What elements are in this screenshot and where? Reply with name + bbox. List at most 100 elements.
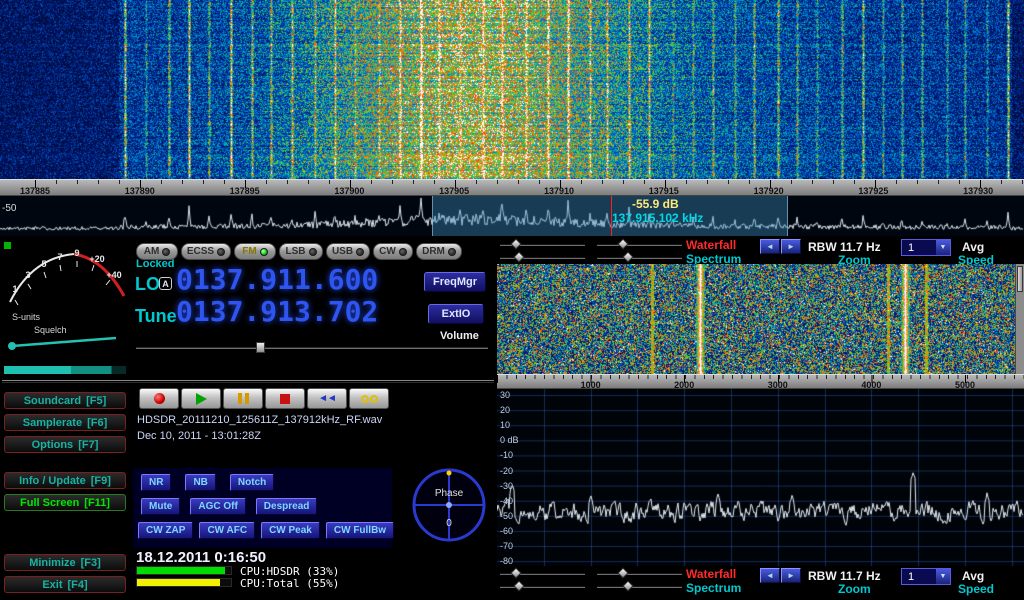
mode-button-drm[interactable]: DRM xyxy=(416,243,462,260)
freqmgr-button[interactable]: FreqMgr xyxy=(424,272,486,292)
pause-icon xyxy=(238,393,249,404)
rf-frequency-ruler[interactable]: 10002000300040005000 xyxy=(497,374,1024,389)
slider-thumb[interactable] xyxy=(510,238,521,249)
cw-fullbw-button[interactable]: CW FullBw xyxy=(326,522,394,539)
volume-slider[interactable] xyxy=(136,341,488,354)
cursor-frequency-label: 137.915.102 kHz xyxy=(612,211,703,225)
mode-button-cw[interactable]: CW xyxy=(373,243,413,260)
extio-button[interactable]: ExtIO xyxy=(428,304,484,324)
pause-bar xyxy=(238,393,242,404)
rf-waterfall-display[interactable] xyxy=(497,264,1015,374)
scroll-left-button[interactable]: ◄ xyxy=(760,568,780,583)
button-key-hint: [F7] xyxy=(78,439,98,451)
vfo-a-badge[interactable]: A xyxy=(159,277,172,290)
mode-button-lsb[interactable]: LSB xyxy=(279,243,323,260)
record-button[interactable] xyxy=(139,388,179,409)
meter-needle-knob[interactable] xyxy=(8,342,16,350)
minimize-button[interactable]: Minimize[F3] xyxy=(4,554,126,571)
soundcard-button[interactable]: Soundcard[F5] xyxy=(4,392,126,409)
zoom-select-value: 1 xyxy=(902,569,936,584)
squelch-level-bar[interactable] xyxy=(4,366,126,374)
waterfall-brightness-slider[interactable] xyxy=(500,567,585,580)
scroll-right-button[interactable]: ► xyxy=(781,568,801,583)
rbw-label: RBW 11.7 Hz xyxy=(808,240,881,254)
phase-center-dot xyxy=(446,502,452,508)
squelch-label: Squelch xyxy=(34,325,67,335)
loop-ring xyxy=(361,395,369,403)
spectrum-contrast-slider[interactable] xyxy=(597,251,682,264)
full-screen-button[interactable]: Full Screen[F11] xyxy=(4,494,126,511)
rewind-button[interactable]: ◄◄ xyxy=(307,388,347,409)
play-button[interactable] xyxy=(181,388,221,409)
volume-slider-thumb[interactable] xyxy=(256,342,265,353)
slider-thumb[interactable] xyxy=(514,251,525,262)
info-update-button[interactable]: Info / Update[F9] xyxy=(4,472,126,489)
options-button[interactable]: Options[F7] xyxy=(4,436,126,453)
nb-button[interactable]: NB xyxy=(185,474,215,491)
frequency-tick-label: 137890 xyxy=(118,186,162,196)
button-key-hint: [F9] xyxy=(91,475,111,487)
s-meter-scale-label: +40 xyxy=(106,270,121,280)
main-waterfall-display[interactable] xyxy=(0,0,1024,179)
mute-button[interactable]: Mute xyxy=(141,498,180,515)
rf-waterfall-scrollbar[interactable] xyxy=(1015,264,1024,374)
tuning-slider-groove[interactable] xyxy=(2,380,494,383)
scrollbar-thumb[interactable] xyxy=(1017,266,1023,292)
af-spectrum-display[interactable] xyxy=(497,389,1024,566)
cw-peak-button[interactable]: CW Peak xyxy=(261,522,320,539)
avg-label: Avg xyxy=(962,569,984,583)
zoom-select[interactable]: 1▼ xyxy=(901,568,951,585)
dropdown-arrow-icon[interactable]: ▼ xyxy=(936,240,950,255)
dropdown-arrow-icon[interactable]: ▼ xyxy=(936,569,950,584)
waterfall-tab-label[interactable]: Waterfall xyxy=(686,238,736,252)
slider-thumb[interactable] xyxy=(510,567,521,578)
button-key-hint: [F4] xyxy=(68,579,88,591)
mode-label: FM xyxy=(242,246,256,257)
main-spectrum-display[interactable]: -50 -55.9 dB 137.915.102 kHz xyxy=(0,196,1024,236)
notch-button[interactable]: Notch xyxy=(230,474,274,491)
slider-thumb[interactable] xyxy=(514,580,525,591)
slider-thumb[interactable] xyxy=(623,251,634,262)
slider-thumb[interactable] xyxy=(623,580,634,591)
mode-label: AM xyxy=(144,246,160,257)
spectrum-tab-label[interactable]: Spectrum xyxy=(686,581,741,595)
cw-afc-button[interactable]: CW AFC xyxy=(199,522,255,539)
samplerate-button[interactable]: Samplerate[F6] xyxy=(4,414,126,431)
spectrum-brightness-slider[interactable] xyxy=(500,251,585,264)
waterfall-contrast-slider[interactable] xyxy=(597,238,682,251)
mode-led-icon xyxy=(217,248,225,256)
cpu-hdsdr-bar xyxy=(136,566,232,575)
lo-frequency-display[interactable]: 0137.911.600 xyxy=(176,266,378,294)
tune-frequency-display[interactable]: 0137.913.702 xyxy=(176,298,378,326)
pause-button[interactable] xyxy=(223,388,263,409)
passband-selection-region[interactable] xyxy=(432,196,788,236)
phase-marker-icon xyxy=(447,471,452,476)
file-date: Dec 10, 2011 - 13:01:28Z xyxy=(137,430,261,442)
mode-button-am[interactable]: AM xyxy=(136,243,178,260)
zoom-select[interactable]: 1▼ xyxy=(901,239,951,256)
despread-button[interactable]: Despread xyxy=(256,498,318,515)
spectrum-brightness-slider[interactable] xyxy=(500,580,585,593)
nr-button[interactable]: NR xyxy=(141,474,171,491)
pause-bar xyxy=(245,393,249,404)
s-meter: 13579+20+40 S-units Squelch xyxy=(2,240,130,362)
scroll-right-button[interactable]: ► xyxy=(781,239,801,254)
slider-track xyxy=(597,585,682,588)
slider-thumb[interactable] xyxy=(618,567,629,578)
slider-thumb[interactable] xyxy=(618,238,629,249)
waterfall-tab-label[interactable]: Waterfall xyxy=(686,567,736,581)
waterfall-contrast-slider[interactable] xyxy=(597,567,682,580)
mode-led-icon xyxy=(260,248,268,256)
waterfall-brightness-slider[interactable] xyxy=(500,238,585,251)
mode-button-fm[interactable]: FM xyxy=(234,243,276,260)
mode-button-usb[interactable]: USB xyxy=(326,243,370,260)
frequency-ruler[interactable]: 1378851378901378951379001379051379101379… xyxy=(0,179,1024,196)
scroll-left-button[interactable]: ◄ xyxy=(760,239,780,254)
exit-button[interactable]: Exit[F4] xyxy=(4,576,126,593)
cw-zap-button[interactable]: CW ZAP xyxy=(138,522,193,539)
spectrum-contrast-slider[interactable] xyxy=(597,580,682,593)
agc-off-button[interactable]: AGC Off xyxy=(190,498,245,515)
loop-button[interactable] xyxy=(349,388,389,409)
mode-button-ecss[interactable]: ECSS xyxy=(181,243,231,260)
stop-button[interactable] xyxy=(265,388,305,409)
